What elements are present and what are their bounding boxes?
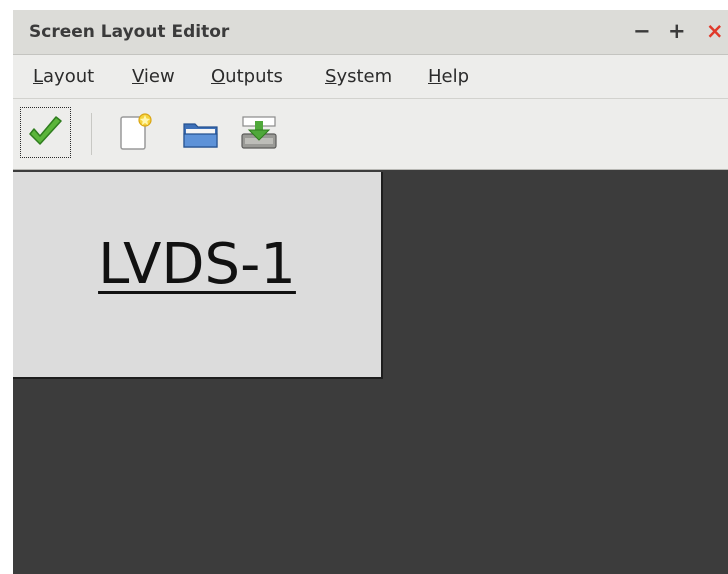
menu-outputs-mnemonic: O	[211, 66, 226, 87]
layout-canvas[interactable]: LVDS-1	[13, 170, 728, 574]
checkmark-icon	[29, 116, 62, 145]
menu-system-mnemonic: S	[325, 66, 337, 87]
menu-outputs-label: utputs	[225, 66, 283, 87]
title-bar[interactable]: Screen Layout Editor − + ×	[13, 10, 728, 55]
menu-bar: Layout View Outputs System Help	[13, 55, 728, 99]
menu-layout-label: ayout	[43, 66, 95, 87]
menu-view-mnemonic: V	[132, 66, 144, 87]
save-layout-button[interactable]	[234, 107, 285, 158]
close-button[interactable]: ×	[706, 19, 724, 43]
minimize-button[interactable]: −	[633, 19, 651, 43]
menu-help[interactable]: Help	[428, 66, 469, 87]
menu-outputs[interactable]: Outputs	[211, 66, 283, 87]
output-name: LVDS-1	[98, 232, 296, 297]
maximize-button[interactable]: +	[668, 19, 686, 43]
open-layout-button[interactable]	[175, 107, 226, 158]
menu-view[interactable]: View	[132, 66, 175, 87]
toolbar-separator	[91, 113, 92, 155]
menu-system-label: ystem	[336, 66, 393, 87]
toolbar	[13, 99, 728, 170]
apply-button[interactable]	[20, 107, 71, 158]
new-document-icon	[120, 113, 152, 150]
window-title: Screen Layout Editor	[29, 22, 230, 42]
menu-system[interactable]: System	[325, 66, 392, 87]
menu-view-label: iew	[143, 66, 175, 87]
new-layout-button[interactable]	[109, 107, 160, 158]
save-icon	[241, 116, 277, 149]
folder-open-icon	[183, 123, 218, 148]
menu-layout[interactable]: Layout	[33, 66, 94, 87]
menu-help-label: elp	[441, 66, 470, 87]
screen-layout-editor-window: Screen Layout Editor − + × Layout View O…	[13, 10, 728, 574]
menu-layout-mnemonic: L	[33, 66, 44, 87]
output-lvds-1[interactable]: LVDS-1	[13, 172, 383, 379]
menu-help-mnemonic: H	[428, 66, 442, 87]
